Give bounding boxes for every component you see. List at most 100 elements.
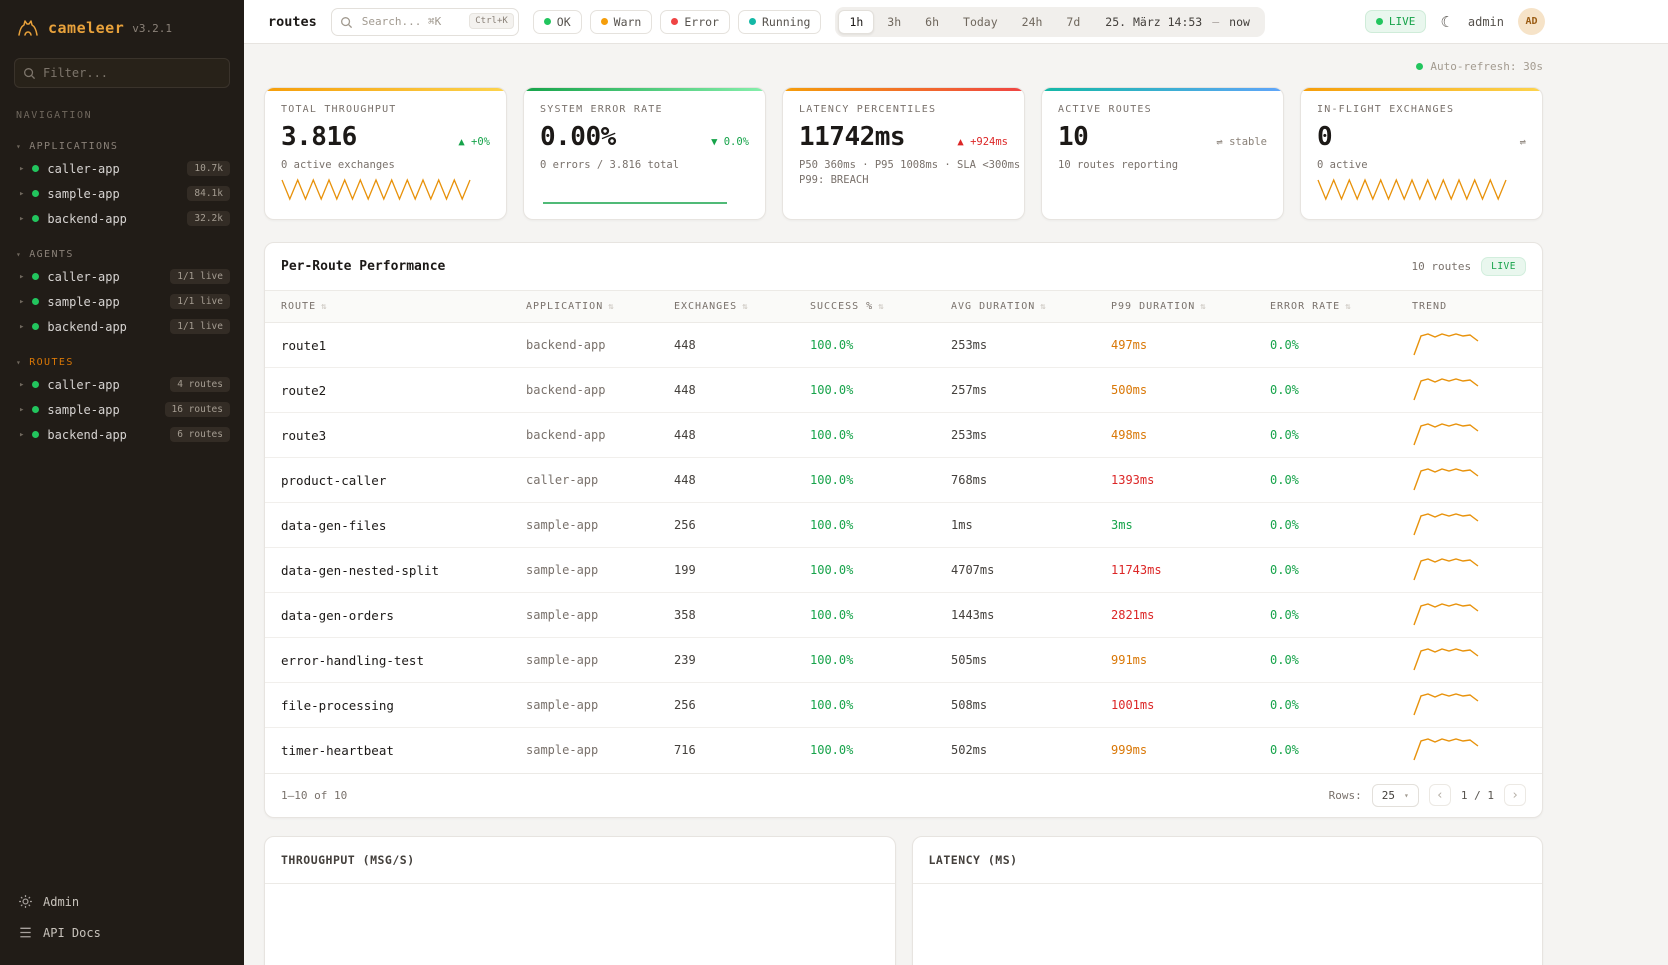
- chart-panel-latency-ms: LATENCY (MS): [912, 836, 1544, 965]
- cell-p99-duration: 2821ms: [1095, 593, 1254, 638]
- cell-trend: [1396, 458, 1542, 503]
- date-from: 25. März 14:53: [1105, 15, 1202, 29]
- count-badge: 10.7k: [187, 161, 230, 176]
- sidebar-item-routes-caller-app[interactable]: ▸caller-app4 routes: [0, 372, 244, 397]
- cell-trend: [1396, 728, 1542, 773]
- route-row-error-handling-test[interactable]: error-handling-testsample-app239100.0%50…: [265, 638, 1542, 683]
- range-button-3h[interactable]: 3h: [876, 10, 912, 34]
- sidebar-item-applications-caller-app[interactable]: ▸caller-app10.7k: [0, 156, 244, 181]
- route-row-data-gen-orders[interactable]: data-gen-orderssample-app358100.0%1443ms…: [265, 593, 1542, 638]
- status-dot-icon: [1376, 18, 1383, 25]
- cell-application: sample-app: [510, 503, 658, 548]
- route-row-route1[interactable]: route1backend-app448100.0%253ms497ms0.0%: [265, 323, 1542, 368]
- kpi-card-system-error-rate: SYSTEM ERROR RATE0.00%▼ 0.0%0 errors / 3…: [523, 87, 766, 220]
- prev-page-button[interactable]: ‹: [1429, 784, 1451, 806]
- chevron-right-icon: ▸: [19, 189, 24, 199]
- range-button-7d[interactable]: 7d: [1055, 10, 1091, 34]
- table-header-row: ROUTE⇅APPLICATION⇅EXCHANGES⇅SUCCESS %⇅AV…: [265, 291, 1542, 323]
- sidebar-item-routes-backend-app[interactable]: ▸backend-app6 routes: [0, 422, 244, 447]
- sidebar-section: ▾ROUTES▸caller-app4 routes▸sample-app16 …: [0, 353, 244, 447]
- user-name[interactable]: admin: [1468, 15, 1504, 29]
- sort-icon: ⇅: [1040, 302, 1046, 312]
- sidebar-item-agents-caller-app[interactable]: ▸caller-app1/1 live: [0, 264, 244, 289]
- route-row-data-gen-nested-split[interactable]: data-gen-nested-splitsample-app199100.0%…: [265, 548, 1542, 593]
- row-range-label: 1–10 of 10: [281, 789, 347, 802]
- route-row-product-caller[interactable]: product-callercaller-app448100.0%768ms13…: [265, 458, 1542, 503]
- count-badge: 84.1k: [187, 186, 230, 201]
- column-header-success[interactable]: SUCCESS %⇅: [794, 291, 935, 323]
- route-row-route2[interactable]: route2backend-app448100.0%257ms500ms0.0%: [265, 368, 1542, 413]
- kpi-card-total-throughput: TOTAL THROUGHPUT3.816▲ +0%0 active excha…: [264, 87, 507, 220]
- sidebar-filter: [14, 58, 230, 88]
- kpi-subtext: 0 active: [1317, 159, 1526, 171]
- panel-title: Per-Route Performance: [281, 259, 445, 274]
- cell-success: 100.0%: [794, 503, 935, 548]
- column-header-trend[interactable]: TREND: [1396, 291, 1542, 323]
- cell-error-rate: 0.0%: [1254, 593, 1396, 638]
- column-header-error-rate[interactable]: ERROR RATE⇅: [1254, 291, 1396, 323]
- range-button-today[interactable]: Today: [952, 10, 1009, 34]
- filter-chip-ok[interactable]: OK: [533, 10, 582, 34]
- sidebar-section-agents[interactable]: ▾AGENTS: [0, 245, 244, 264]
- status-dot-icon: [749, 18, 756, 25]
- cell-success: 100.0%: [794, 683, 935, 728]
- column-header-application[interactable]: APPLICATION⇅: [510, 291, 658, 323]
- route-row-data-gen-files[interactable]: data-gen-filessample-app256100.0%1ms3ms0…: [265, 503, 1542, 548]
- sidebar-item-applications-backend-app[interactable]: ▸backend-app32.2k: [0, 206, 244, 231]
- sidebar-item-routes-sample-app[interactable]: ▸sample-app16 routes: [0, 397, 244, 422]
- column-header-p99-duration[interactable]: P99 DURATION⇅: [1095, 291, 1254, 323]
- pagination-controls: Rows: 25 ▾ ‹ 1 / 1 ›: [1329, 784, 1526, 807]
- range-button-6h[interactable]: 6h: [914, 10, 950, 34]
- logo[interactable]: cameleer v3.2.1: [0, 0, 244, 48]
- sidebar-footer-admin[interactable]: Admin: [16, 887, 228, 916]
- next-page-button[interactable]: ›: [1504, 784, 1526, 806]
- route-row-file-processing[interactable]: file-processingsample-app256100.0%508ms1…: [265, 683, 1542, 728]
- range-button-24h[interactable]: 24h: [1011, 10, 1054, 34]
- chevron-right-icon: ▸: [19, 405, 24, 415]
- column-header-route[interactable]: ROUTE⇅: [265, 291, 510, 323]
- filter-chip-warn[interactable]: Warn: [590, 10, 653, 34]
- search-shortcut-badge: Ctrl+K: [469, 13, 514, 29]
- count-badge: 32.2k: [187, 211, 230, 226]
- count-badge: 1/1 live: [170, 269, 230, 284]
- cell-avg-duration: 253ms: [935, 323, 1095, 368]
- cell-route: error-handling-test: [265, 638, 510, 683]
- theme-toggle-moon-icon[interactable]: ☾: [1440, 13, 1453, 31]
- cell-route: data-gen-nested-split: [265, 548, 510, 593]
- route-row-route3[interactable]: route3backend-app448100.0%253ms498ms0.0%: [265, 413, 1542, 458]
- kpi-sparkline-icon: [1317, 173, 1507, 209]
- routes-count: 10 routes: [1412, 260, 1472, 273]
- status-dot-icon: [32, 431, 39, 438]
- range-buttons: 1h3h6hToday24h7d: [838, 10, 1091, 34]
- sidebar-section-routes[interactable]: ▾ROUTES: [0, 353, 244, 372]
- count-badge: 1/1 live: [170, 294, 230, 309]
- kpi-subtext: 0 errors / 3.816 total: [540, 159, 749, 171]
- sidebar-item-agents-sample-app[interactable]: ▸sample-app1/1 live: [0, 289, 244, 314]
- kpi-card-latency-percentiles: LATENCY PERCENTILES11742ms▲ +924msP50 36…: [782, 87, 1025, 220]
- sidebar-filter-input[interactable]: [14, 58, 230, 88]
- column-header-avg-duration[interactable]: AVG DURATION⇅: [935, 291, 1095, 323]
- date-to: now: [1229, 15, 1250, 29]
- cell-route: product-caller: [265, 458, 510, 503]
- avatar[interactable]: AD: [1518, 8, 1545, 35]
- sidebar-item-agents-backend-app[interactable]: ▸backend-app1/1 live: [0, 314, 244, 339]
- live-indicator[interactable]: LIVE: [1365, 10, 1427, 33]
- route-row-timer-heartbeat[interactable]: timer-heartbeatsample-app716100.0%502ms9…: [265, 728, 1542, 773]
- sidebar-section-applications[interactable]: ▾APPLICATIONS: [0, 137, 244, 156]
- charts-row: THROUGHPUT (MSG/S)LATENCY (MS): [264, 836, 1543, 965]
- cell-avg-duration: 502ms: [935, 728, 1095, 773]
- column-header-exchanges[interactable]: EXCHANGES⇅: [658, 291, 794, 323]
- filter-chip-running[interactable]: Running: [738, 10, 821, 34]
- topbar: routes Ctrl+K OKWarnErrorRunning 1h3h6hT…: [244, 0, 1668, 44]
- status-dot-icon: [32, 273, 39, 280]
- sidebar-footer: AdminAPI Docs: [0, 877, 244, 965]
- range-button-1h[interactable]: 1h: [838, 10, 874, 34]
- sidebar-item-applications-sample-app[interactable]: ▸sample-app84.1k: [0, 181, 244, 206]
- rows-per-page-select[interactable]: 25 ▾: [1372, 784, 1419, 807]
- sidebar-footer-api-docs[interactable]: API Docs: [16, 918, 228, 947]
- cell-trend: [1396, 593, 1542, 638]
- date-range[interactable]: 25. März 14:53 — now: [1093, 15, 1262, 29]
- filter-chip-error[interactable]: Error: [660, 10, 730, 34]
- trend-sparkline-icon: [1412, 690, 1484, 718]
- cell-exchanges: 256: [658, 683, 794, 728]
